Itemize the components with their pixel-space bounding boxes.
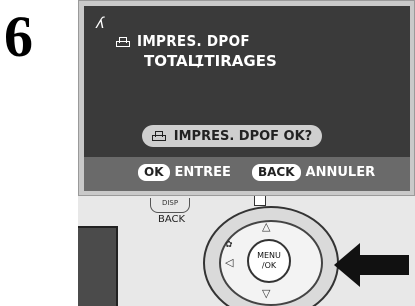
back-softkey-label: ANNULER <box>305 165 376 180</box>
menu-ok-button[interactable]: MENU /OK <box>247 239 291 283</box>
confirm-print-label: IMPRES. DPOF OK? <box>173 128 313 144</box>
disp-button[interactable]: DISP <box>150 198 190 213</box>
left-arrow-icon[interactable]: ◁ <box>225 256 233 269</box>
softkey-bar: OK ENTREE BACK ANNULER <box>84 157 410 191</box>
lcd-title: IMPRES. DPOF <box>116 32 250 50</box>
dpad[interactable]: △ ▽ ◁ ✿ MENU /OK <box>203 206 343 306</box>
confirm-print-button[interactable]: IMPRES. DPOF OK? <box>142 125 322 147</box>
print-icon <box>151 131 166 141</box>
ok-softkey[interactable]: OK ENTREE <box>138 164 231 181</box>
ok-softkey-label: ENTREE <box>174 165 231 180</box>
macro-icon: ✿ <box>225 240 233 250</box>
step-number: 6 <box>4 4 33 69</box>
back-softkey[interactable]: BACK ANNULER <box>252 164 375 181</box>
lcd-screen: ʎ IMPRES. DPOF TOTAL/1TIRAGES IMPRES. DP… <box>84 6 410 191</box>
hand-icon: ʎ <box>96 14 105 32</box>
up-arrow-icon[interactable]: △ <box>262 220 270 233</box>
lcd-title-text: IMPRES. DPOF <box>137 32 250 50</box>
down-arrow-icon[interactable]: ▽ <box>262 287 270 300</box>
total-prints: TOTAL/1TIRAGES <box>144 52 277 70</box>
back-button-label: BACK <box>158 214 186 225</box>
total-value: 1TIRAGES <box>194 52 277 70</box>
print-icon <box>116 36 130 47</box>
camera-lcd <box>78 226 118 306</box>
indicator-icon <box>254 196 266 206</box>
menu-label: MENU <box>257 251 281 260</box>
total-label: TOTAL/ <box>144 52 203 70</box>
ok-label: /OK <box>261 261 277 270</box>
ok-badge: OK <box>138 164 170 181</box>
camera-body: DISP BACK △ ▽ ◁ ✿ MENU /OK <box>78 196 415 306</box>
back-badge: BACK <box>252 164 301 181</box>
